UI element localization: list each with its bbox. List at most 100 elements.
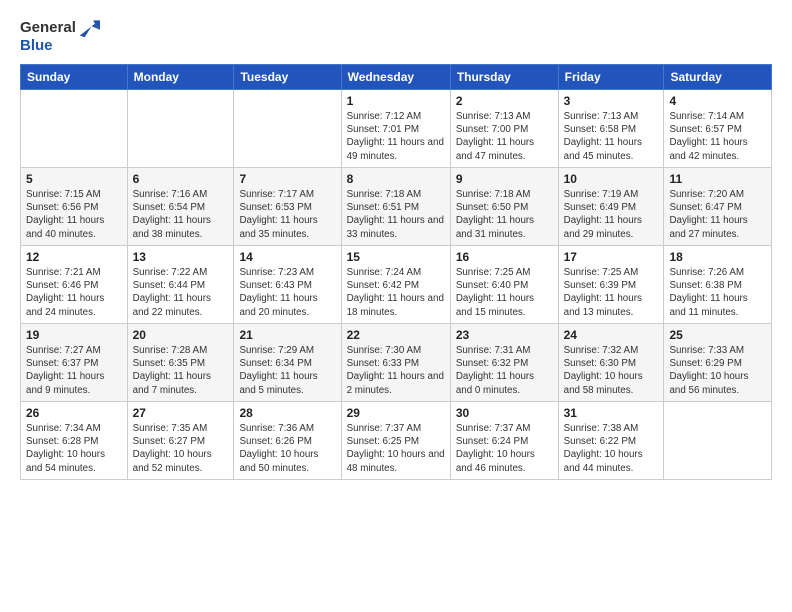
day-info: Sunrise: 7:19 AM Sunset: 6:49 PM Dayligh… <box>564 188 659 241</box>
logo-blue-text: Blue <box>20 37 100 54</box>
day-number: 20 <box>133 328 229 342</box>
day-number: 16 <box>456 250 553 264</box>
weekday-header-thursday: Thursday <box>450 65 558 90</box>
day-info: Sunrise: 7:25 AM Sunset: 6:39 PM Dayligh… <box>564 266 659 319</box>
day-cell: 7Sunrise: 7:17 AM Sunset: 6:53 PM Daylig… <box>234 168 341 246</box>
day-info: Sunrise: 7:35 AM Sunset: 6:27 PM Dayligh… <box>133 422 229 475</box>
day-cell: 2Sunrise: 7:13 AM Sunset: 7:00 PM Daylig… <box>450 90 558 168</box>
week-row-4: 19Sunrise: 7:27 AM Sunset: 6:37 PM Dayli… <box>21 324 772 402</box>
day-info: Sunrise: 7:21 AM Sunset: 6:46 PM Dayligh… <box>26 266 122 319</box>
day-info: Sunrise: 7:36 AM Sunset: 6:26 PM Dayligh… <box>239 422 335 475</box>
day-cell: 22 Sunrise: 7:30 AM Sunset: 6:33 PM Dayli… <box>341 324 450 402</box>
page: General Blue SundayMondayTuesdayWednesda… <box>0 0 792 612</box>
day-info: Sunrise: 7:20 AM Sunset: 6:47 PM Dayligh… <box>669 188 766 241</box>
day-info: Sunrise: 7:34 AM Sunset: 6:28 PM Dayligh… <box>26 422 122 475</box>
day-number: 8 <box>347 172 445 186</box>
day-info: Sunrise: 7:24 AM Sunset: 6:42 PM Dayligh… <box>347 266 445 319</box>
day-cell: 20 Sunrise: 7:28 AM Sunset: 6:35 PM Dayli… <box>127 324 234 402</box>
day-info: Sunrise: 7:22 AM Sunset: 6:44 PM Dayligh… <box>133 266 229 319</box>
day-number: 24 <box>564 328 659 342</box>
day-cell: 12 Sunrise: 7:21 AM Sunset: 6:46 PM Dayli… <box>21 246 128 324</box>
day-info: Sunrise: 7:37 AM Sunset: 6:25 PM Dayligh… <box>347 422 445 475</box>
header: General Blue <box>20 18 772 54</box>
week-row-2: 5 Sunrise: 7:15 AM Sunset: 6:56 PM Daylig… <box>21 168 772 246</box>
weekday-header-friday: Friday <box>558 65 664 90</box>
day-info: Sunrise: 7:28 AM Sunset: 6:35 PM Dayligh… <box>133 344 229 397</box>
day-cell <box>234 90 341 168</box>
weekday-header-sunday: Sunday <box>21 65 128 90</box>
logo-general-text: General <box>20 20 76 37</box>
day-info: Sunrise: 7:26 AM Sunset: 6:38 PM Dayligh… <box>669 266 766 319</box>
day-number: 18 <box>669 250 766 264</box>
day-cell: 9 Sunrise: 7:18 AM Sunset: 6:50 PM Daylig… <box>450 168 558 246</box>
day-cell: 13 Sunrise: 7:22 AM Sunset: 6:44 PM Dayli… <box>127 246 234 324</box>
day-cell: 23Sunrise: 7:31 AM Sunset: 6:32 PM Dayli… <box>450 324 558 402</box>
day-info: Sunrise: 7:25 AM Sunset: 6:40 PM Dayligh… <box>456 266 553 319</box>
logo: General Blue <box>20 18 100 54</box>
day-cell: 8Sunrise: 7:18 AM Sunset: 6:51 PM Daylig… <box>341 168 450 246</box>
day-cell: 30 Sunrise: 7:37 AM Sunset: 6:24 PM Dayli… <box>450 402 558 480</box>
week-row-1: 1Sunrise: 7:12 AM Sunset: 7:01 PM Daylig… <box>21 90 772 168</box>
day-number: 14 <box>239 250 335 264</box>
day-number: 15 <box>347 250 445 264</box>
day-number: 30 <box>456 406 553 420</box>
weekday-header-row: SundayMondayTuesdayWednesdayThursdayFrid… <box>21 65 772 90</box>
day-cell: 1Sunrise: 7:12 AM Sunset: 7:01 PM Daylig… <box>341 90 450 168</box>
day-cell: 31Sunrise: 7:38 AM Sunset: 6:22 PM Dayli… <box>558 402 664 480</box>
day-number: 25 <box>669 328 766 342</box>
day-info: Sunrise: 7:32 AM Sunset: 6:30 PM Dayligh… <box>564 344 659 397</box>
day-number: 28 <box>239 406 335 420</box>
day-cell: 15 Sunrise: 7:24 AM Sunset: 6:42 PM Dayli… <box>341 246 450 324</box>
day-cell: 18 Sunrise: 7:26 AM Sunset: 6:38 PM Dayli… <box>664 246 772 324</box>
day-number: 21 <box>239 328 335 342</box>
day-info: Sunrise: 7:37 AM Sunset: 6:24 PM Dayligh… <box>456 422 553 475</box>
day-cell <box>21 90 128 168</box>
day-number: 1 <box>347 94 445 108</box>
day-cell: 19Sunrise: 7:27 AM Sunset: 6:37 PM Dayli… <box>21 324 128 402</box>
day-cell <box>127 90 234 168</box>
day-number: 9 <box>456 172 553 186</box>
day-info: Sunrise: 7:30 AM Sunset: 6:33 PM Dayligh… <box>347 344 445 397</box>
day-number: 12 <box>26 250 122 264</box>
day-number: 22 <box>347 328 445 342</box>
day-number: 6 <box>133 172 229 186</box>
day-cell: 25 Sunrise: 7:33 AM Sunset: 6:29 PM Dayli… <box>664 324 772 402</box>
day-number: 3 <box>564 94 659 108</box>
day-info: Sunrise: 7:13 AM Sunset: 6:58 PM Dayligh… <box>564 110 659 163</box>
day-info: Sunrise: 7:23 AM Sunset: 6:43 PM Dayligh… <box>239 266 335 319</box>
calendar: SundayMondayTuesdayWednesdayThursdayFrid… <box>20 64 772 480</box>
day-info: Sunrise: 7:17 AM Sunset: 6:53 PM Dayligh… <box>239 188 335 241</box>
day-info: Sunrise: 7:33 AM Sunset: 6:29 PM Dayligh… <box>669 344 766 397</box>
day-info: Sunrise: 7:15 AM Sunset: 6:56 PM Dayligh… <box>26 188 122 241</box>
day-number: 19 <box>26 328 122 342</box>
day-number: 23 <box>456 328 553 342</box>
day-info: Sunrise: 7:14 AM Sunset: 6:57 PM Dayligh… <box>669 110 766 163</box>
day-info: Sunrise: 7:38 AM Sunset: 6:22 PM Dayligh… <box>564 422 659 475</box>
day-cell: 29 Sunrise: 7:37 AM Sunset: 6:25 PM Dayli… <box>341 402 450 480</box>
day-cell: 10Sunrise: 7:19 AM Sunset: 6:49 PM Dayli… <box>558 168 664 246</box>
weekday-header-wednesday: Wednesday <box>341 65 450 90</box>
weekday-header-tuesday: Tuesday <box>234 65 341 90</box>
day-cell: 24 Sunrise: 7:32 AM Sunset: 6:30 PM Dayli… <box>558 324 664 402</box>
day-cell: 26Sunrise: 7:34 AM Sunset: 6:28 PM Dayli… <box>21 402 128 480</box>
day-number: 4 <box>669 94 766 108</box>
day-info: Sunrise: 7:13 AM Sunset: 7:00 PM Dayligh… <box>456 110 553 163</box>
day-cell <box>664 402 772 480</box>
day-number: 29 <box>347 406 445 420</box>
day-cell: 21Sunrise: 7:29 AM Sunset: 6:34 PM Dayli… <box>234 324 341 402</box>
weekday-header-saturday: Saturday <box>664 65 772 90</box>
day-cell: 3 Sunrise: 7:13 AM Sunset: 6:58 PM Daylig… <box>558 90 664 168</box>
day-cell: 6 Sunrise: 7:16 AM Sunset: 6:54 PM Daylig… <box>127 168 234 246</box>
day-info: Sunrise: 7:16 AM Sunset: 6:54 PM Dayligh… <box>133 188 229 241</box>
day-info: Sunrise: 7:18 AM Sunset: 6:50 PM Dayligh… <box>456 188 553 241</box>
day-number: 11 <box>669 172 766 186</box>
day-number: 17 <box>564 250 659 264</box>
day-number: 13 <box>133 250 229 264</box>
day-number: 27 <box>133 406 229 420</box>
logo-container: General Blue <box>20 18 100 54</box>
day-cell: 17 Sunrise: 7:25 AM Sunset: 6:39 PM Dayli… <box>558 246 664 324</box>
week-row-3: 12 Sunrise: 7:21 AM Sunset: 6:46 PM Dayli… <box>21 246 772 324</box>
week-row-5: 26Sunrise: 7:34 AM Sunset: 6:28 PM Dayli… <box>21 402 772 480</box>
day-cell: 16 Sunrise: 7:25 AM Sunset: 6:40 PM Dayli… <box>450 246 558 324</box>
day-number: 5 <box>26 172 122 186</box>
